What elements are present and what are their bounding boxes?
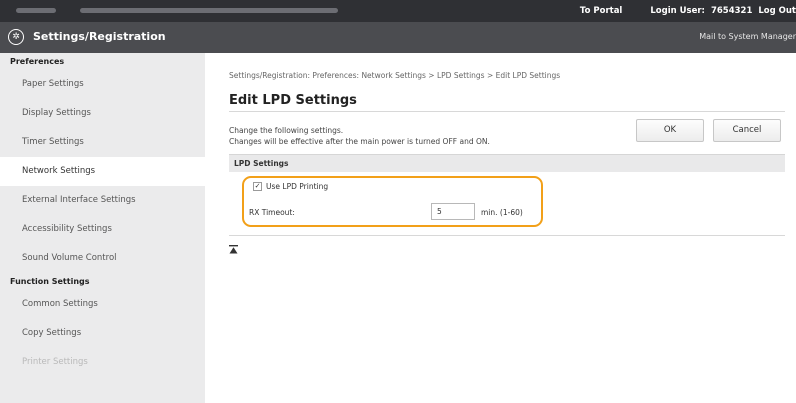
- sidebar-item-display-settings[interactable]: Display Settings: [0, 99, 205, 128]
- login-user-label: Login User:: [650, 6, 705, 16]
- sidebar-section-function-settings: Function Settings: [10, 277, 90, 286]
- to-portal-link[interactable]: To Portal: [580, 6, 622, 16]
- sidebar-section-preferences: Preferences: [10, 57, 65, 66]
- cancel-button[interactable]: Cancel: [713, 119, 781, 142]
- sidebar-item-copy-settings[interactable]: Copy Settings: [0, 319, 205, 348]
- sidebar-item-printer-settings[interactable]: Printer Settings: [0, 348, 205, 377]
- page-description: Change the following settings. Changes w…: [229, 125, 490, 147]
- top-bar: To Portal Login User: 7654321 Log Out: [0, 0, 796, 22]
- use-lpd-printing-checkbox[interactable]: ✓: [253, 182, 262, 191]
- lpd-settings-panel: ✓ Use LPD Printing RX Timeout: min. (1-6…: [229, 172, 785, 236]
- mail-to-system-manager-link[interactable]: Mail to System Manager: [699, 32, 796, 41]
- sidebar-item-network-settings[interactable]: Network Settings: [0, 157, 205, 186]
- app-title: Settings/Registration: [33, 30, 166, 43]
- sidebar-item-timer-settings[interactable]: Timer Settings: [0, 128, 205, 157]
- description-line: Change the following settings.: [229, 126, 344, 135]
- ok-button[interactable]: OK: [636, 119, 704, 142]
- use-lpd-printing-row: ✓ Use LPD Printing: [253, 182, 328, 191]
- url-path-blur: [16, 8, 56, 13]
- top-right-links: To Portal Login User: 7654321 Log Out: [580, 0, 796, 22]
- use-lpd-printing-label[interactable]: Use LPD Printing: [266, 182, 328, 191]
- logout-link[interactable]: Log Out: [758, 6, 796, 16]
- sidebar-item-accessibility-settings[interactable]: Accessibility Settings: [0, 215, 205, 244]
- sidebar-item-common-settings[interactable]: Common Settings: [0, 290, 205, 319]
- sidebar-item-sound-volume-control[interactable]: Sound Volume Control: [0, 244, 205, 273]
- rx-timeout-input[interactable]: [431, 203, 475, 220]
- title-divider: [229, 111, 785, 112]
- sidebar-item-paper-settings[interactable]: Paper Settings: [0, 70, 205, 99]
- url-path-blur: [80, 8, 338, 13]
- breadcrumb: Settings/Registration: Preferences: Netw…: [229, 71, 561, 80]
- section-header-lpd-settings: LPD Settings: [229, 154, 785, 172]
- gear-emblem-icon: ✲: [8, 29, 24, 45]
- back-to-top-icon[interactable]: [229, 245, 238, 254]
- login-user-id: 7654321: [710, 6, 753, 16]
- title-bar: ✲ Settings/Registration Mail to System M…: [0, 22, 796, 53]
- page-title: Edit LPD Settings: [229, 93, 357, 108]
- rx-timeout-unit: min. (1-60): [481, 208, 523, 217]
- sidebar-item-external-interface-settings[interactable]: External Interface Settings: [0, 186, 205, 215]
- sidebar: Preferences Paper Settings Display Setti…: [0, 53, 205, 403]
- rx-timeout-label: RX Timeout:: [249, 208, 295, 217]
- description-line: Changes will be effective after the main…: [229, 137, 490, 146]
